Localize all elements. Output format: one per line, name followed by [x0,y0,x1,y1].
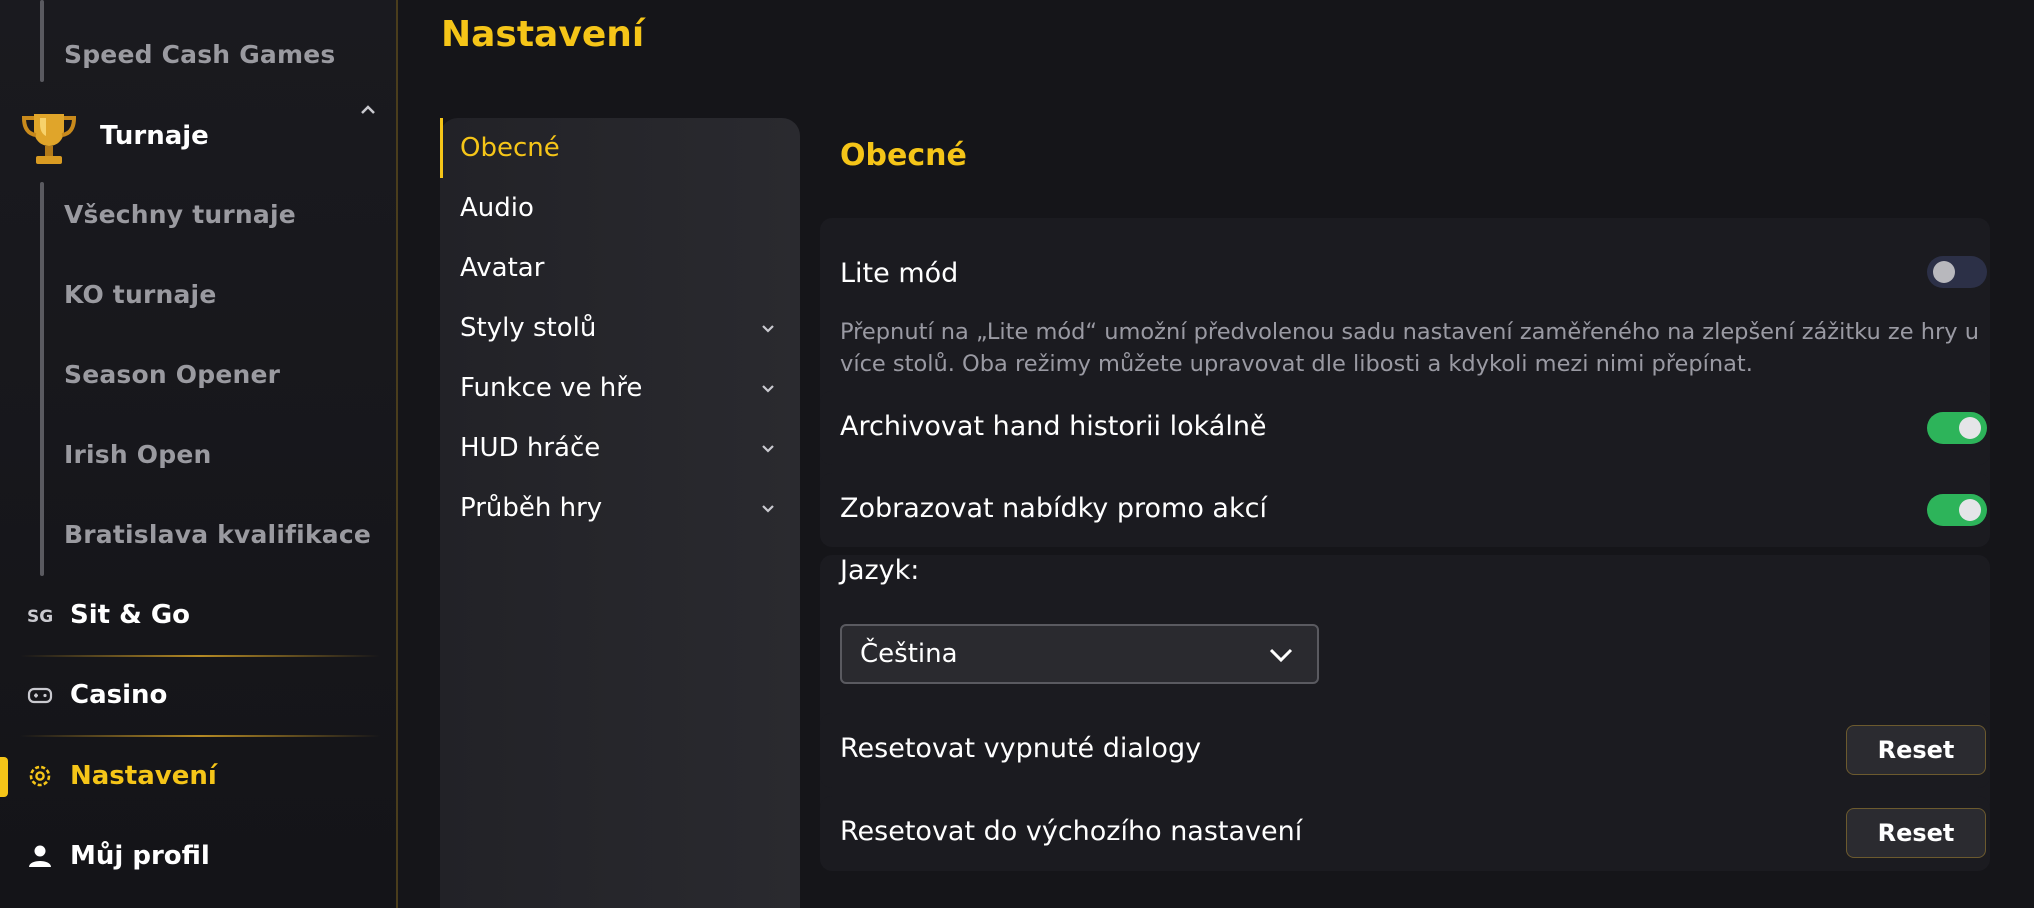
chevron-down-icon [762,385,774,393]
sidebar-item-bratislava-kvalifikace[interactable]: Bratislava kvalifikace [64,520,371,549]
settings-nav-label: Funkce ve hře [460,373,643,403]
settings-content: Obecné Lite mód Přepnutí na „Lite mód“ u… [820,118,2034,908]
user-icon [29,845,51,867]
divider [20,735,380,737]
settings-nav-label: HUD hráče [460,433,601,463]
show-promo-label: Zobrazovat nabídky promo akcí [840,493,1267,524]
chevron-down-icon [762,325,774,333]
reset-dialogs-row: Resetovat vypnuté dialogy Reset [820,713,1990,788]
sidebar-item-season-opener[interactable]: Season Opener [64,360,280,389]
settings-nav-audio[interactable]: Audio [440,178,800,238]
archive-hand-history-label: Archivovat hand historii lokálně [840,411,1267,442]
archive-hand-history-toggle[interactable] [1927,412,1987,444]
settings-nav-hud-hrace[interactable]: HUD hráče [440,418,800,478]
reset-defaults-row: Resetovat do výchozího nastavení Reset [820,796,1990,871]
sidebar-item-label: Sit & Go [70,600,191,630]
reset-dialogs-label: Resetovat vypnuté dialogy [840,733,1202,764]
sidebar-item-irish-open[interactable]: Irish Open [64,440,211,469]
chevron-down-icon [1269,648,1293,663]
settings-nav-avatar[interactable]: Avatar [440,238,800,298]
settings-nav-obecne[interactable]: Obecné [440,118,800,178]
settings-nav-prubeh-hry[interactable]: Průběh hry [440,478,800,538]
reset-defaults-button[interactable]: Reset [1846,808,1986,858]
sidebar-item-ko-turnaje[interactable]: KO turnaje [64,280,216,309]
sidebar-item-label: Casino [70,680,168,710]
sidebar-item-label: Můj profil [70,841,210,871]
sidebar-item-vsechny-turnaje[interactable]: Všechny turnaje [64,200,296,229]
settings-nav-label: Průběh hry [460,493,603,523]
sidebar-item-nastaveni[interactable]: Nastavení [0,746,390,806]
trophy-icon [21,114,77,164]
reset-dialogs-button[interactable]: Reset [1846,725,1986,775]
sidebar-item-muj-profil[interactable]: Můj profil [0,826,390,886]
section-title: Obecné [840,138,967,173]
language-label: Jazyk: [840,555,920,586]
chevron-down-icon [762,505,774,513]
settings-nav-label: Styly stolů [460,313,597,343]
gamepad-icon [27,687,53,704]
lite-mode-description: Přepnutí na „Lite mód“ umožní předvoleno… [840,319,1979,377]
language-select-value: Čeština [860,639,958,669]
settings-nav-label: Audio [460,193,534,223]
settings-nav-label: Avatar [460,253,545,283]
page-title: Nastavení [441,14,645,55]
sidebar-item-label: Nastavení [70,761,217,791]
submenu-rail [40,182,44,576]
svg-text:SG: SG [27,607,53,627]
language-select[interactable]: Čeština [840,624,1319,684]
settings-nav: Obecné Audio Avatar Styly stolů Funkce v… [440,118,800,908]
submenu-rail [40,0,44,82]
settings-nav-funkce-ve-hre[interactable]: Funkce ve hře [440,358,800,418]
sidebar-item-speed-cash-games[interactable]: Speed Cash Games [64,40,336,69]
sg-icon: SG [27,607,53,627]
sidebar-group-turnaje[interactable]: Turnaje [0,105,390,166]
settings-nav-label: Obecné [460,133,560,163]
divider [20,655,380,657]
toggle-knob [1959,499,1981,521]
archive-hand-history-row: Archivovat hand historii lokálně [820,391,1990,465]
chevron-up-icon[interactable] [358,102,378,118]
gear-icon [29,765,51,787]
show-promo-toggle[interactable] [1927,494,1987,526]
sidebar-item-casino[interactable]: Casino [0,665,390,725]
toggle-knob [1959,417,1981,439]
sidebar: Speed Cash Games Turnaje Všechny turnaje… [0,0,398,908]
chevron-down-icon [762,445,774,453]
lite-mode-label: Lite mód [840,258,959,289]
lite-mode-toggle[interactable] [1927,256,1987,288]
toggle-knob [1933,261,1955,283]
settings-nav-styly-stolu[interactable]: Styly stolů [440,298,800,358]
show-promo-row: Zobrazovat nabídky promo akcí [820,473,1990,547]
sidebar-group-label: Turnaje [100,121,209,151]
sidebar-item-sit-and-go[interactable]: SG Sit & Go [0,585,390,645]
reset-defaults-label: Resetovat do výchozího nastavení [840,816,1303,847]
